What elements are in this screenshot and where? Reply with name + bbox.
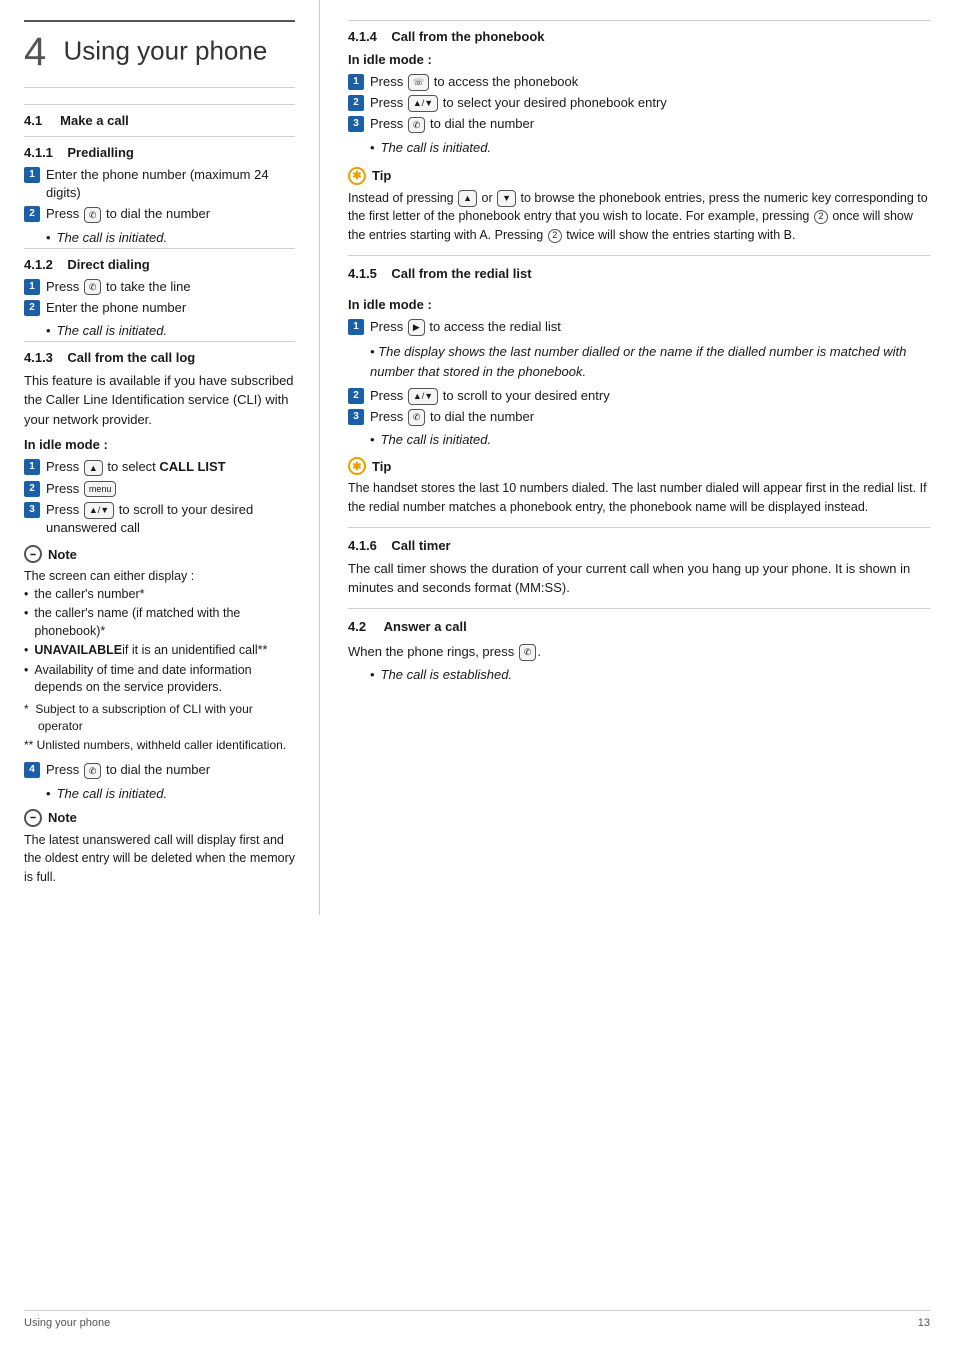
step-item: 1 Press ▶ to access the redial list: [348, 318, 930, 336]
section-4-1-1-steps: 1 Enter the phone number (maximum 24 dig…: [24, 166, 295, 224]
section-4-1-6-header: 4.1.6 Call timer: [348, 538, 930, 553]
nav-down-icon: ▼: [497, 190, 516, 208]
note-header-2: ⎯ Note: [24, 809, 295, 827]
tip-title-1: Tip: [372, 168, 391, 183]
bullet-item: The call is initiated.: [24, 323, 295, 338]
footer-right: 13: [918, 1317, 930, 1329]
bullet-item-4-2: The call is established.: [348, 667, 930, 682]
section-4-1-4-header: 4.1.4 Call from the phonebook: [348, 20, 930, 44]
note-icon-2: ⎯: [24, 809, 42, 827]
note-text-2: The latest unanswered call will display …: [24, 831, 295, 887]
nav-key-icon: ▲: [84, 460, 103, 477]
step-item: 2 Press menu: [24, 480, 295, 498]
footnote-item: * Subject to a subscription of CLI with …: [24, 701, 295, 735]
list-item: Availability of time and date informatio…: [24, 662, 295, 697]
tip-icon-1: ✱: [348, 167, 366, 185]
section-4-2-text: When the phone rings, press ✆.: [348, 642, 930, 662]
divider-1: [348, 255, 930, 256]
redial-bullet-1: • The display shows the last number dial…: [348, 342, 930, 381]
tip-header-2: ✱ Tip: [348, 457, 930, 475]
list-item: the caller's number*: [24, 586, 295, 604]
bullet-item-4-1-4: The call is initiated.: [348, 140, 930, 155]
step-item: 2 Enter the phone number: [24, 299, 295, 317]
note-icon: ⎯: [24, 545, 42, 563]
list-item: the caller's name (if matched with the p…: [24, 605, 295, 640]
step-item: 2 Press ✆ to dial the number: [24, 205, 295, 223]
tip-header-1: ✱ Tip: [348, 167, 930, 185]
step-item: 3 Press ▲/▼ to scroll to your desired un…: [24, 501, 295, 537]
talk-key-icon-2: ✆: [408, 117, 426, 134]
section-4-1-4-steps: 1 Press ☏ to access the phonebook 2 Pres…: [348, 73, 930, 134]
note-title-2: Note: [48, 810, 77, 825]
step-item: 1 Press ▲ to select CALL LIST: [24, 458, 295, 476]
idle-mode-label: In idle mode :: [24, 437, 295, 452]
section-4-2-title: 4.2 Answer a call: [348, 619, 930, 634]
note-title: Note: [48, 547, 77, 562]
redial-key-icon: ▶: [408, 319, 425, 336]
talk-key-icon: ✆: [84, 279, 102, 296]
idle-mode-label-4-1-5: In idle mode :: [348, 297, 930, 312]
divider-2: [348, 527, 930, 528]
chapter-title: Using your phone: [63, 35, 267, 65]
chapter-number: 4: [24, 30, 46, 74]
section-4-1-5-steps-2: 2 Press ▲/▼ to scroll to your desired en…: [348, 387, 930, 426]
note-box-2: ⎯ Note The latest unanswered call will d…: [24, 809, 295, 887]
step-item: 3 Press ✆ to dial the number: [348, 115, 930, 133]
tip-icon-2: ✱: [348, 457, 366, 475]
step-item: 4 Press ✆ to dial the number: [24, 761, 295, 779]
note-header: ⎯ Note: [24, 545, 295, 563]
section-4-1-num: 4.1: [24, 113, 42, 128]
phonebook-key-icon: ☏: [408, 74, 429, 91]
divider-3: [348, 608, 930, 609]
bullet-item: The call is initiated.: [24, 786, 295, 801]
tip-title-2: Tip: [372, 459, 391, 474]
talk-key-icon: ✆: [84, 763, 102, 780]
nav-up-icon: ▲: [458, 190, 477, 208]
num-2-icon-2: 2: [548, 229, 562, 243]
tip-box-1: ✱ Tip Instead of pressing ▲ or ▼ to brow…: [348, 167, 930, 245]
section-4-1-5-header: 4.1.5 Call from the redial list: [348, 266, 930, 281]
right-column: 4.1.4 Call from the phonebook In idle mo…: [320, 0, 954, 915]
step-item: 1 Press ✆ to take the line: [24, 278, 295, 296]
section-4-1-3-steps: 1 Press ▲ to select CALL LIST 2 Press me…: [24, 458, 295, 537]
step-item: 2 Press ▲/▼ to select your desired phone…: [348, 94, 930, 112]
tip-box-2: ✱ Tip The handset stores the last 10 num…: [348, 457, 930, 517]
section-4-1-6-text: The call timer shows the duration of you…: [348, 559, 930, 598]
tip-text-1: Instead of pressing ▲ or ▼ to browse the…: [348, 189, 930, 245]
step-item: 1 Press ☏ to access the phonebook: [348, 73, 930, 91]
left-column: 4 Using your phone 4.1 Make a call 4.1.1…: [0, 0, 320, 915]
footnote-item: ** Unlisted numbers, withheld caller ide…: [24, 737, 295, 754]
bullet-item: The call is initiated.: [24, 230, 295, 245]
section-4-1-2-header: 4.1.2 Direct dialing: [24, 248, 295, 272]
list-item: UNAVAILABLE if it is an unidentified cal…: [24, 642, 295, 660]
section-4-1-2-steps: 1 Press ✆ to take the line 2 Enter the p…: [24, 278, 295, 317]
step-item: 2 Press ▲/▼ to scroll to your desired en…: [348, 387, 930, 405]
talk-key-icon-4: ✆: [519, 644, 537, 662]
section-4-1-3-intro: This feature is available if you have su…: [24, 371, 295, 430]
scroll-key-icon: ▲/▼: [84, 502, 114, 519]
num-2-icon: 2: [814, 210, 828, 224]
talk-key-icon-3: ✆: [408, 409, 426, 426]
section-4-1-1-header: 4.1.1 Predialling: [24, 136, 295, 160]
page: 4 Using your phone 4.1 Make a call 4.1.1…: [0, 0, 954, 1349]
chapter-heading: 4 Using your phone: [24, 20, 295, 88]
idle-mode-label-4-1-4: In idle mode :: [348, 52, 930, 67]
section-4-1-3-header: 4.1.3 Call from the call log: [24, 341, 295, 365]
note-box-1: ⎯ Note The screen can either display : t…: [24, 545, 295, 753]
section-4-1-title: 4.1 Make a call: [24, 104, 295, 128]
bullet-item-4-1-5: The call is initiated.: [348, 432, 930, 447]
step-item: 1 Enter the phone number (maximum 24 dig…: [24, 166, 295, 202]
tip-text-2: The handset stores the last 10 numbers d…: [348, 479, 930, 517]
footer-left: Using your phone: [24, 1317, 110, 1329]
scroll-key-icon-3: ▲/▼: [408, 388, 438, 405]
scroll-key-icon-2: ▲/▼: [408, 95, 438, 112]
talk-key-icon: ✆: [84, 207, 102, 224]
section-4-1-5-steps: 1 Press ▶ to access the redial list: [348, 318, 930, 336]
menu-key-icon: menu: [84, 481, 117, 498]
page-footer: Using your phone 13: [24, 1310, 930, 1329]
step-item: 3 Press ✆ to dial the number: [348, 408, 930, 426]
note-text: The screen can either display : the call…: [24, 567, 295, 697]
section-4-1-3-step4: 4 Press ✆ to dial the number: [24, 761, 295, 779]
content-area: 4 Using your phone 4.1 Make a call 4.1.1…: [0, 0, 954, 955]
